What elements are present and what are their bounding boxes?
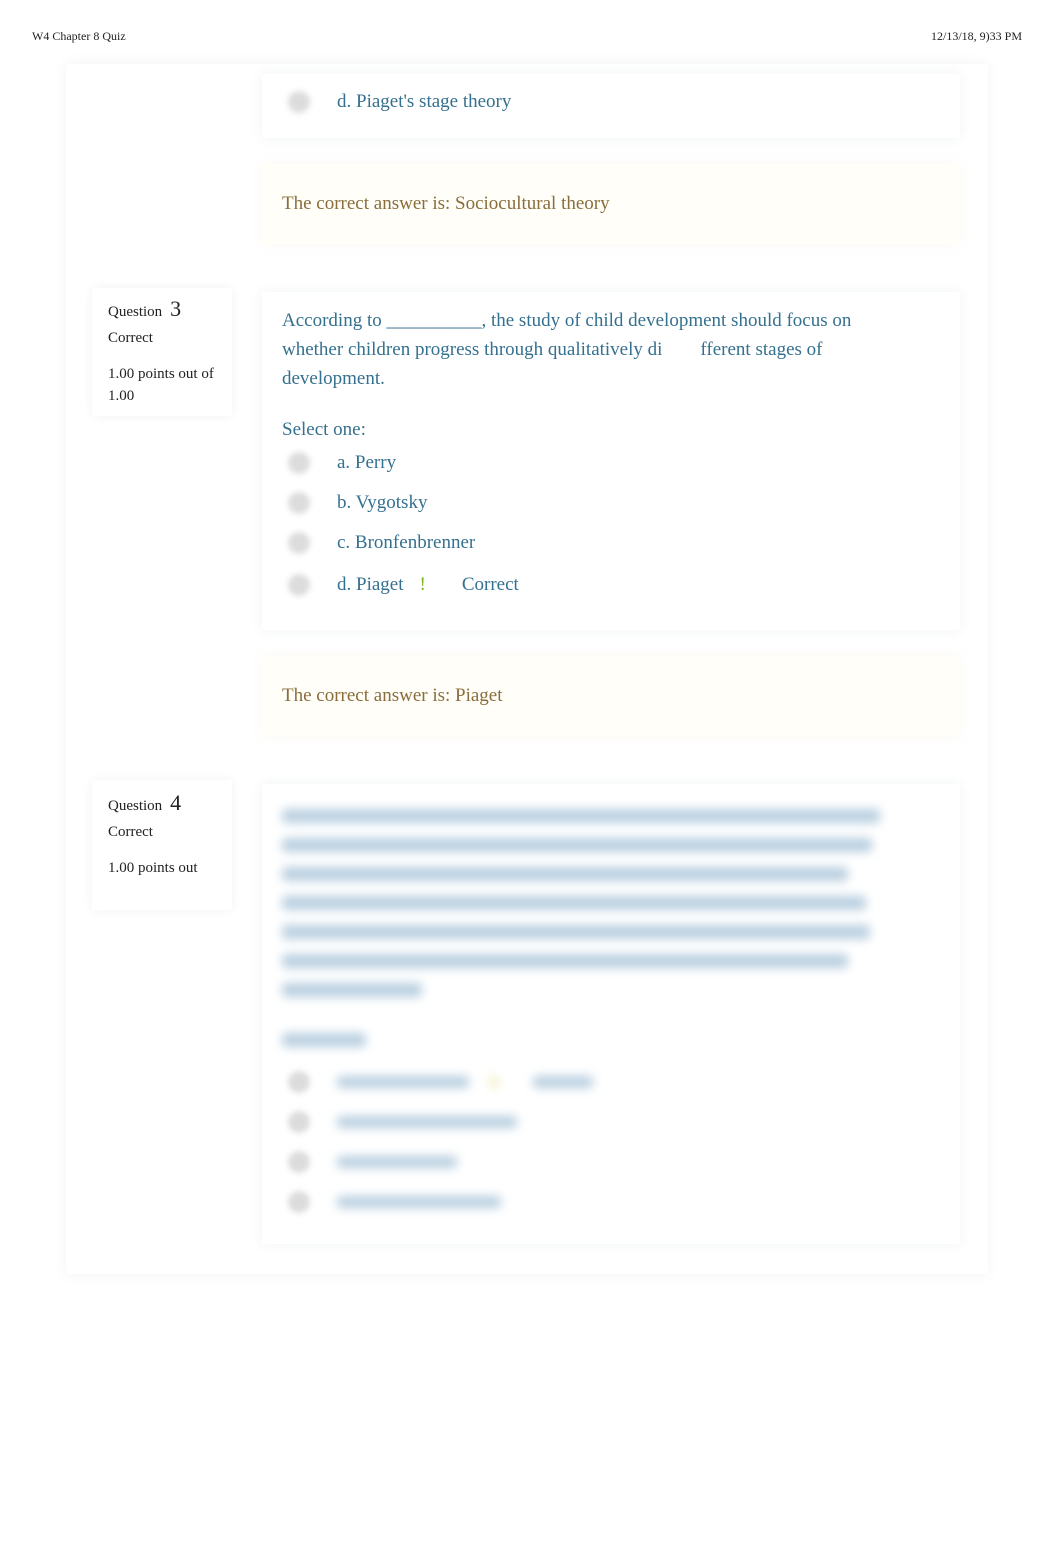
page-title: W4 Chapter 8 Quiz <box>32 29 126 43</box>
question-text-blurred <box>282 809 940 1047</box>
option-feedback: Correct <box>461 574 519 595</box>
answer-option-c[interactable] <box>282 1142 940 1182</box>
question-text-line: According to __________, the study of ch… <box>282 310 852 331</box>
print-timestamp: 12/13/18, 9)33 PM <box>930 29 1022 43</box>
option-label-blurred <box>337 1116 517 1128</box>
question-state: Correct <box>108 330 153 346</box>
question-state: Correct <box>108 824 153 840</box>
question-number: 4 <box>170 790 182 815</box>
question-3-correct-answer: The correct answer is: Piaget <box>262 656 960 736</box>
question-grade: 1.00 points out of 1.00 <box>108 366 214 404</box>
radio-button[interactable] <box>288 91 310 113</box>
question-grade: 1.00 points out <box>108 860 198 876</box>
answer-option-a[interactable] <box>282 1062 940 1102</box>
radio-button[interactable] <box>288 532 310 554</box>
answer-option-b[interactable]: b. Vygotsky <box>282 483 940 523</box>
answer-option-b[interactable] <box>282 1102 940 1142</box>
radio-button[interactable] <box>288 452 310 474</box>
correct-answer-text: The correct answer is: Piaget <box>282 685 503 706</box>
question-2-correct-answer: The correct answer is: Sociocultural the… <box>262 164 960 244</box>
answer-option-a[interactable]: a. Perry <box>282 443 940 483</box>
question-text: According to __________, the study of ch… <box>282 306 940 393</box>
option-label: a. Perry <box>337 452 397 473</box>
option-label: d. Piaget's stage theory <box>337 91 512 112</box>
answer-option-d[interactable] <box>282 1182 940 1222</box>
answer-option-d[interactable]: d. Piaget ! Correct <box>282 563 940 607</box>
option-label-blurred <box>337 1156 457 1168</box>
option-label: b. Vygotsky <box>337 492 428 513</box>
radio-button[interactable] <box>288 1111 310 1133</box>
question-label: Question <box>108 304 163 320</box>
question-text-line: development. <box>282 368 385 389</box>
answer-option[interactable]: d. Piaget's stage theory <box>282 82 940 122</box>
option-label-blurred <box>337 1196 501 1208</box>
question-4-info: Question 4 Correct 1.00 points out <box>92 780 232 910</box>
question-2-content: d. Piaget's stage theory <box>262 74 960 138</box>
option-label: c. Bronfenbrenner <box>337 532 476 553</box>
option-label-blurred <box>337 1076 593 1088</box>
correct-mark-icon: ! <box>419 574 426 595</box>
select-one-prompt: Select one: <box>282 419 366 440</box>
radio-button[interactable] <box>288 1191 310 1213</box>
answer-option-c[interactable]: c. Bronfenbrenner <box>282 523 940 563</box>
question-number: 3 <box>170 296 182 321</box>
option-label: d. Piaget <box>337 574 404 595</box>
question-3-content: According to __________, the study of ch… <box>262 292 960 630</box>
question-4-content <box>262 784 960 1244</box>
question-text-line: whether children progress through qualit… <box>282 339 823 360</box>
radio-button[interactable] <box>288 492 310 514</box>
radio-button[interactable] <box>288 1071 310 1093</box>
question-label: Question <box>108 798 163 814</box>
correct-answer-text: The correct answer is: Sociocultural the… <box>282 193 610 214</box>
radio-button[interactable] <box>288 1151 310 1173</box>
radio-button[interactable] <box>288 574 310 596</box>
question-3-info: Question 3 Correct 1.00 points out of 1.0… <box>92 288 232 416</box>
